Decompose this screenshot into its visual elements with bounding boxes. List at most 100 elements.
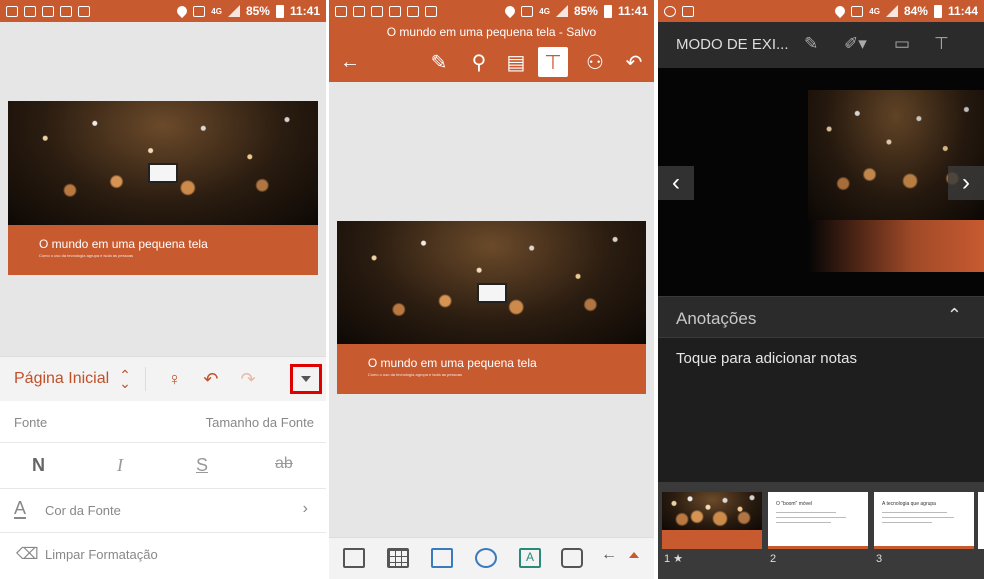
font-panel: Fonte Tamanho da Fonte N I S ab A Cor da… xyxy=(0,401,326,579)
chevron-right-icon: › xyxy=(302,500,308,517)
previous-slide-button[interactable]: ‹ xyxy=(658,166,694,200)
snapchat-icon xyxy=(371,5,383,17)
redo-icon[interactable]: ↷ xyxy=(241,369,256,390)
thumbnail-title: O "boom" móvel xyxy=(776,501,813,507)
network-type: 4G xyxy=(211,6,222,16)
slide-number: 3 xyxy=(876,553,883,565)
insert-toolbar: A ← xyxy=(329,537,654,579)
format-row: N I S ab xyxy=(0,443,326,489)
ribbon-bar: Página Inicial ⌃ ⌄ ♀ ↶ ↷ xyxy=(0,356,326,401)
undo-icon[interactable]: ↶ xyxy=(619,47,649,77)
mail-icon xyxy=(335,5,347,17)
phone-screen-2: 4G 85% 11:41 O mundo em uma pequena tela… xyxy=(329,0,654,579)
undo-icon[interactable]: ↶ xyxy=(203,369,218,390)
signal-icon xyxy=(555,5,568,17)
clock: 11:41 xyxy=(617,4,648,18)
network-type: 4G xyxy=(869,6,880,16)
clock: 11:44 xyxy=(947,4,978,18)
snapchat-icon xyxy=(42,5,54,17)
font-row: Fonte Tamanho da Fonte xyxy=(0,401,326,443)
slide-title: O mundo em uma pequena tela xyxy=(39,237,208,251)
notes-icon[interactable]: ▤ xyxy=(501,47,531,77)
clear-format-row[interactable]: ⌫ Limpar Formatação xyxy=(0,533,326,579)
slide-title-band xyxy=(808,220,984,272)
underline-button[interactable]: S xyxy=(196,455,208,476)
notification-icon xyxy=(353,5,365,17)
battery-percent: 85% xyxy=(573,4,598,18)
clock: 11:41 xyxy=(289,4,320,18)
font-color-label: Cor da Fonte xyxy=(45,503,121,518)
slide-subtitle: Como o uso da tecnologia agrupa e isola … xyxy=(39,253,134,258)
notes-header[interactable]: Anotações ⌃ xyxy=(658,296,984,338)
vibrate-icon xyxy=(193,5,206,17)
next-slide-button[interactable]: › xyxy=(948,166,984,200)
notes-placeholder[interactable]: Toque para adicionar notas xyxy=(676,350,857,367)
collapse-icon[interactable] xyxy=(629,552,639,558)
battery-icon xyxy=(933,4,942,18)
notes-label: Anotações xyxy=(676,309,757,328)
mode-title: MODO DE EXI... xyxy=(676,36,789,53)
phone-screen-1: 4G 85% 11:41 O mundo em uma pequena tela… xyxy=(0,0,326,579)
font-color-row[interactable]: A Cor da Fonte › xyxy=(0,489,326,533)
arrow-left-icon[interactable]: ← xyxy=(601,546,617,564)
textbox-icon[interactable]: A xyxy=(519,548,541,568)
picture-icon[interactable] xyxy=(431,548,453,568)
slide-thumbnail[interactable]: O "boom" móvel 2 xyxy=(768,492,868,565)
crowd-photo xyxy=(8,101,318,225)
slide-thumbnail[interactable]: A tecnologia que agrupa 3 xyxy=(874,492,974,565)
presentation-header: MODO DE EXI... ✎ ✐▾ ▭ ⊤ xyxy=(658,22,984,68)
screenshot-root: 4G 85% 11:41 O mundo em uma pequena tela… xyxy=(0,0,984,579)
strikethrough-button[interactable]: ab xyxy=(275,455,293,473)
slide-canvas[interactable]: O mundo em uma pequena tela Como o uso d… xyxy=(8,101,318,275)
battery-percent: 84% xyxy=(903,4,928,18)
slide-title-band: O mundo em uma pequena tela Como o uso d… xyxy=(8,225,318,275)
shopping-icon xyxy=(78,5,90,17)
italic-button[interactable]: I xyxy=(117,455,123,476)
table-icon[interactable] xyxy=(387,548,409,568)
slide-number: 2 xyxy=(770,553,777,565)
font-color-icon: A xyxy=(14,498,27,519)
slide-canvas[interactable]: O mundo em uma pequena tela Como o uso d… xyxy=(337,221,646,394)
signal-icon xyxy=(885,5,898,17)
highlighter-icon[interactable]: ✐▾ xyxy=(844,34,867,54)
gallery-icon xyxy=(682,5,694,17)
slide-subtitle: Como o uso da tecnologia agrupa e isola … xyxy=(367,372,462,377)
slide-thumbnail[interactable]: 1 ★ xyxy=(662,492,762,565)
chevron-up-icon[interactable]: ⌃ xyxy=(947,305,962,326)
battery-icon xyxy=(603,4,612,18)
pen-icon[interactable]: ✎ xyxy=(804,34,818,54)
layout-icon[interactable] xyxy=(343,548,365,568)
clear-format-icon: ⌫ xyxy=(16,546,39,563)
chevron-down-icon xyxy=(301,376,311,382)
expand-ribbon-button[interactable] xyxy=(290,364,322,394)
bold-button[interactable]: N xyxy=(32,455,45,476)
crowd-photo xyxy=(808,90,984,220)
clear-format-label: Limpar Formatação xyxy=(45,547,158,562)
font-size-field[interactable]: Tamanho da Fonte xyxy=(206,415,314,430)
notification-icon xyxy=(24,5,36,17)
slide-stage[interactable]: ‹ › xyxy=(658,68,984,296)
share-icon[interactable]: ⚇ xyxy=(580,47,610,77)
present-icon[interactable]: ⊤ xyxy=(538,47,568,77)
ribbon-tab-selector[interactable]: Página Inicial xyxy=(14,370,109,388)
phone-screen-3: 4G 84% 11:44 MODO DE EXI... ✎ ✐▾ ▭ ⊤ ‹ ›… xyxy=(658,0,984,579)
screen-icon[interactable]: ▭ xyxy=(894,34,910,54)
lightbulb-icon[interactable]: ♀ xyxy=(168,369,182,390)
vibrate-icon xyxy=(851,5,864,17)
font-family-field[interactable]: Fonte xyxy=(14,415,47,430)
slide-title-band: O mundo em uma pequena tela Como o uso d… xyxy=(337,344,646,394)
crowd-photo xyxy=(337,221,646,344)
slide-thumbnail[interactable] xyxy=(978,492,984,549)
shapes-icon[interactable] xyxy=(475,548,497,568)
chevron-updown-icon[interactable]: ⌃ ⌄ xyxy=(119,368,131,390)
search-icon[interactable]: ⚲ xyxy=(464,47,494,77)
battery-percent: 85% xyxy=(245,4,270,18)
network-type: 4G xyxy=(539,6,550,16)
whatsapp-icon xyxy=(389,5,401,17)
thumbnail-title: A tecnologia que agrupa xyxy=(882,501,936,507)
camera-icon[interactable] xyxy=(561,548,583,568)
back-icon[interactable]: ← xyxy=(335,47,365,77)
signal-icon xyxy=(227,5,240,17)
present-icon[interactable]: ⊤ xyxy=(934,34,949,54)
draw-icon[interactable]: ✎ xyxy=(424,47,454,77)
